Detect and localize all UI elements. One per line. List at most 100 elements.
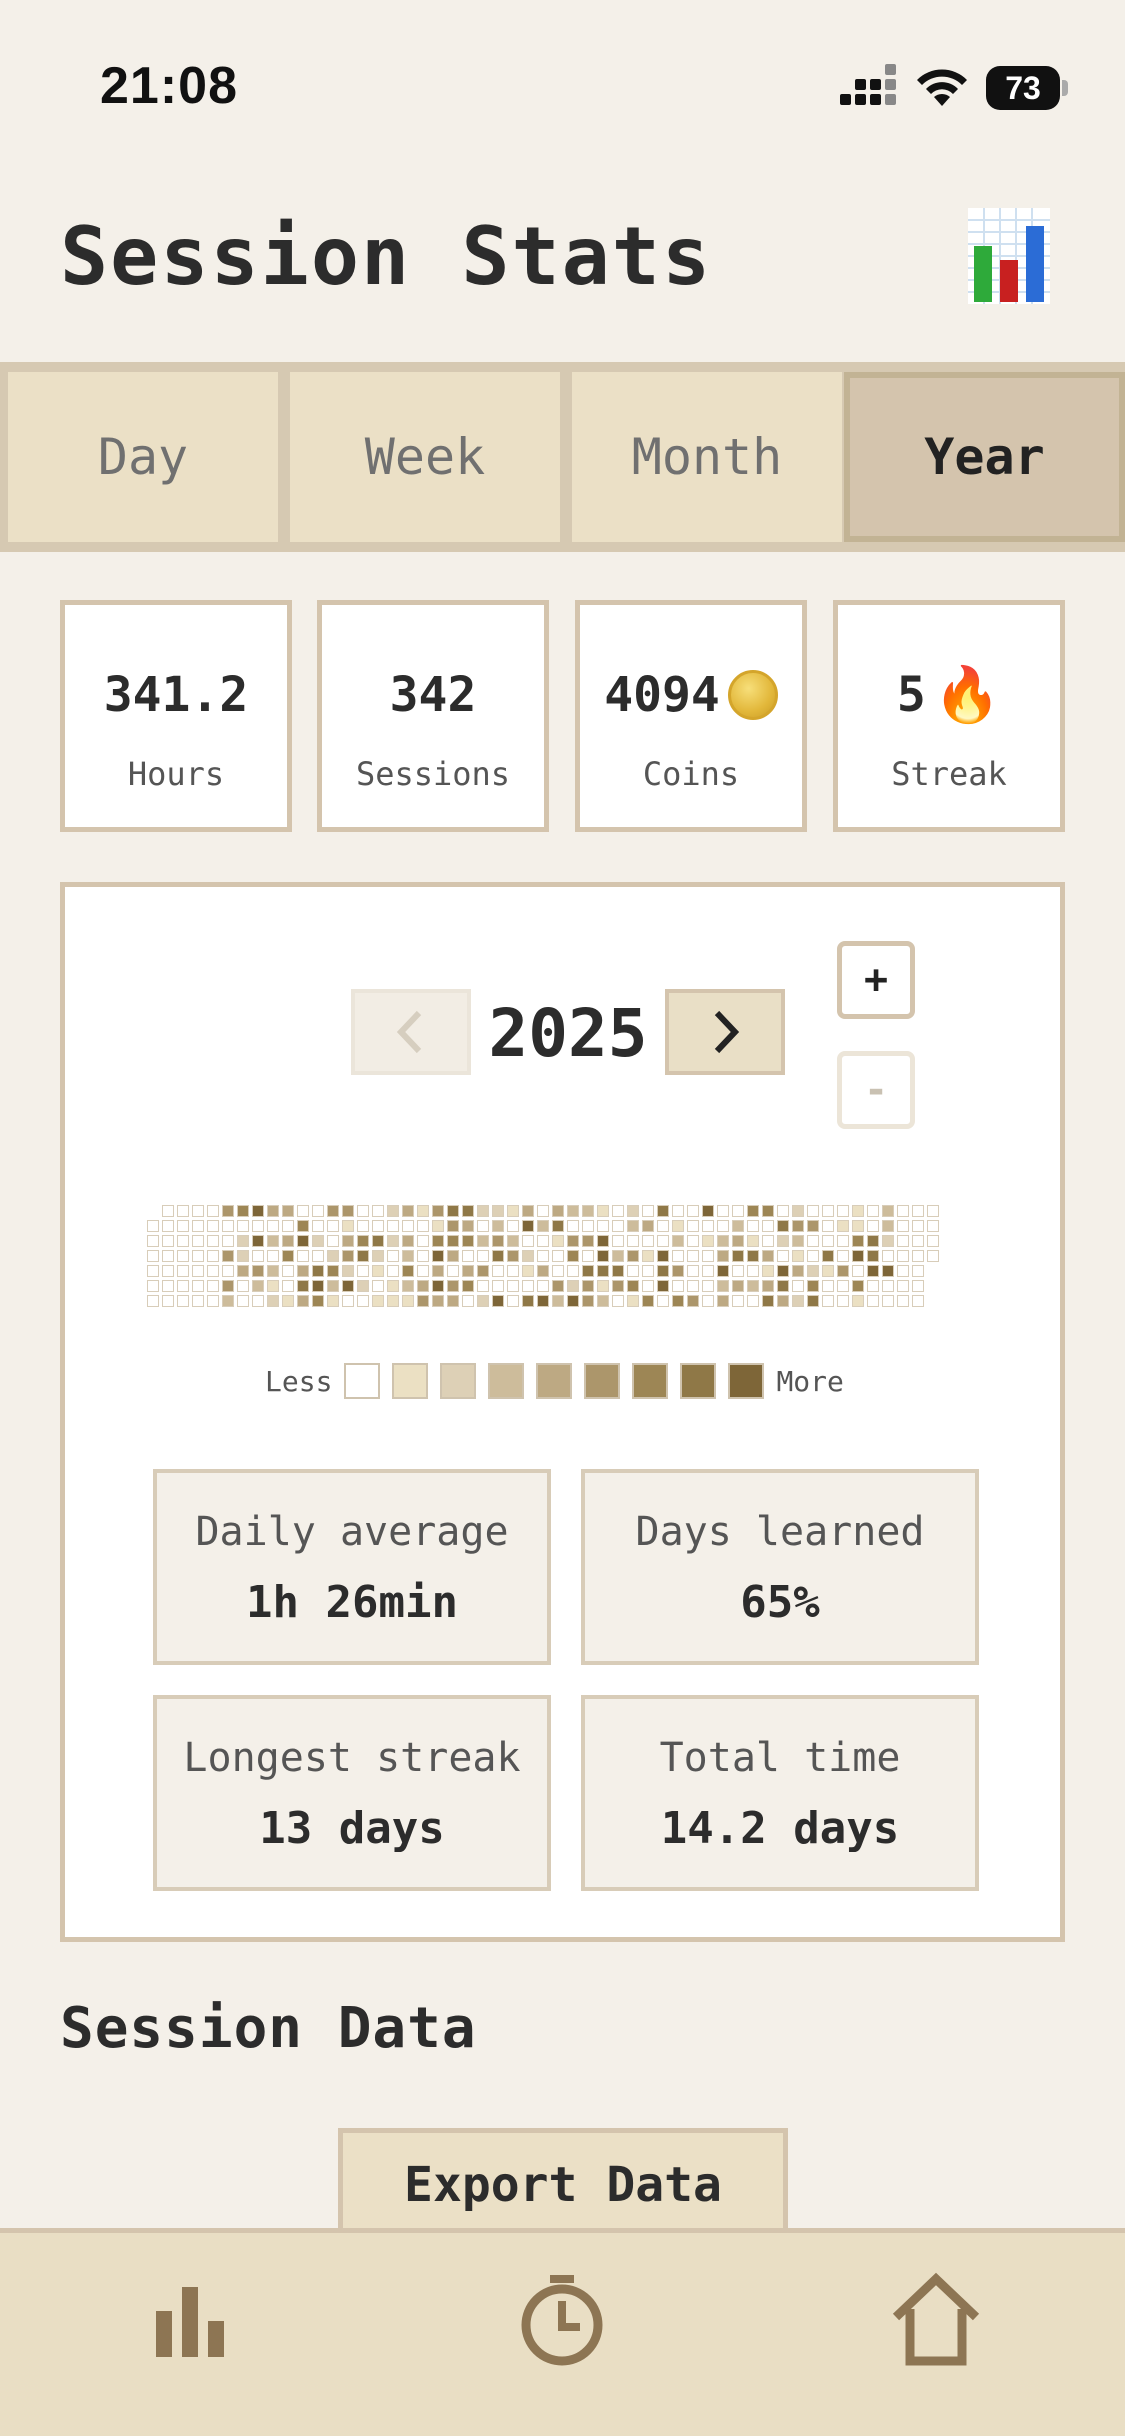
heatmap-cell [762,1280,774,1292]
heatmap-cell [642,1280,654,1292]
heatmap-cell [732,1280,744,1292]
heatmap-cell [282,1250,294,1262]
heatmap-cell [282,1265,294,1277]
heatmap-cell [492,1265,504,1277]
tab-day[interactable]: Day [8,372,278,542]
heatmap-cell [387,1265,399,1277]
heatmap-cell [627,1235,639,1247]
heatmap-cell [147,1280,159,1292]
heatmap-cell [882,1280,894,1292]
heatmap-cell [417,1220,429,1232]
heatmap-cell [432,1295,444,1307]
stat-card-hours: 341.2 Hours [60,600,292,832]
heatmap-cell [357,1250,369,1262]
heatmap-cell [597,1220,609,1232]
heatmap-cell [912,1220,924,1232]
heatmap-cell [477,1235,489,1247]
heatmap-cell [162,1205,174,1217]
heatmap-cell [927,1250,939,1262]
heatmap-cell [477,1205,489,1217]
stats-icon[interactable] [138,2269,238,2369]
heatmap-cell [237,1265,249,1277]
heatmap-cell [822,1205,834,1217]
stat-value: 5 [896,667,926,723]
heatmap-cell [852,1220,864,1232]
heatmap-cell [297,1265,309,1277]
heatmap-cell [897,1205,909,1217]
heatmap-cell [507,1265,519,1277]
heatmap-cell [537,1220,549,1232]
tab-year[interactable]: Year [844,372,1125,542]
heatmap-cell [582,1235,594,1247]
heatmap-cell [477,1265,489,1277]
tab-month[interactable]: Month [572,372,842,542]
heatmap-cell [432,1265,444,1277]
heatmap-cell [297,1280,309,1292]
session-data-title: Session Data [60,1996,477,2061]
battery-level: 73 [986,66,1060,110]
heatmap-cell [567,1295,579,1307]
timer-icon[interactable] [512,2269,612,2369]
heatmap-cell [207,1220,219,1232]
heatmap-cell [807,1265,819,1277]
heatmap-cell [522,1265,534,1277]
metric-label: Total time [659,1735,901,1781]
heatmap-cell [792,1280,804,1292]
stat-value: 4094 [604,667,720,723]
heatmap-cell [477,1250,489,1262]
heatmap-cell [912,1250,924,1262]
zoom-out-button[interactable]: - [837,1051,915,1129]
heatmap-cell [627,1250,639,1262]
wifi-icon [917,69,967,106]
heatmap-cell [252,1295,264,1307]
metric-value: 13 days [259,1803,445,1854]
heatmap-cell [357,1235,369,1247]
heatmap-cell [222,1295,234,1307]
stat-card-coins: 4094 Coins [575,600,807,832]
heatmap-cell [867,1205,879,1217]
heatmap-cell [792,1265,804,1277]
heatmap-cell [807,1235,819,1247]
legend-swatch [392,1363,429,1399]
heatmap-cell [567,1280,579,1292]
metric-value: 14.2 days [660,1803,900,1854]
heatmap-cell [657,1250,669,1262]
stat-label: Sessions [355,755,511,793]
heatmap-cell [762,1250,774,1262]
heatmap-cell [882,1205,894,1217]
heatmap-cell [777,1250,789,1262]
heatmap-cell [717,1280,729,1292]
tab-week[interactable]: Week [290,372,560,542]
heatmap-cell [852,1280,864,1292]
heatmap-cell [522,1295,534,1307]
heatmap-cell [207,1235,219,1247]
heatmap-cell [867,1235,879,1247]
heatmap-cell [537,1235,549,1247]
metric-label: Days learned [635,1509,925,1555]
home-icon[interactable] [886,2269,986,2369]
stat-label: Coins [642,755,740,793]
heatmap-cell [492,1220,504,1232]
heatmap-cell [327,1250,339,1262]
heatmap-cell [882,1265,894,1277]
heatmap-cell [447,1265,459,1277]
heatmap-cell [927,1235,939,1247]
heatmap-cell [222,1280,234,1292]
heatmap-cell [237,1205,249,1217]
heatmap-cell [792,1235,804,1247]
metric-days-learned: Days learned 65% [581,1469,979,1665]
heatmap-cell [777,1265,789,1277]
previous-year-button[interactable] [351,989,471,1075]
heatmap-cell [492,1295,504,1307]
heatmap-cell [447,1280,459,1292]
zoom-in-button[interactable]: + [837,941,915,1019]
heatmap-cell [177,1205,189,1217]
heatmap-cell [537,1280,549,1292]
heatmap-cell [627,1265,639,1277]
next-year-button[interactable] [665,989,785,1075]
heatmap-cell [642,1205,654,1217]
heatmap-cell [687,1280,699,1292]
stat-value: 341.2 [103,667,249,723]
heatmap-cell [522,1235,534,1247]
legend-swatch [632,1363,669,1399]
